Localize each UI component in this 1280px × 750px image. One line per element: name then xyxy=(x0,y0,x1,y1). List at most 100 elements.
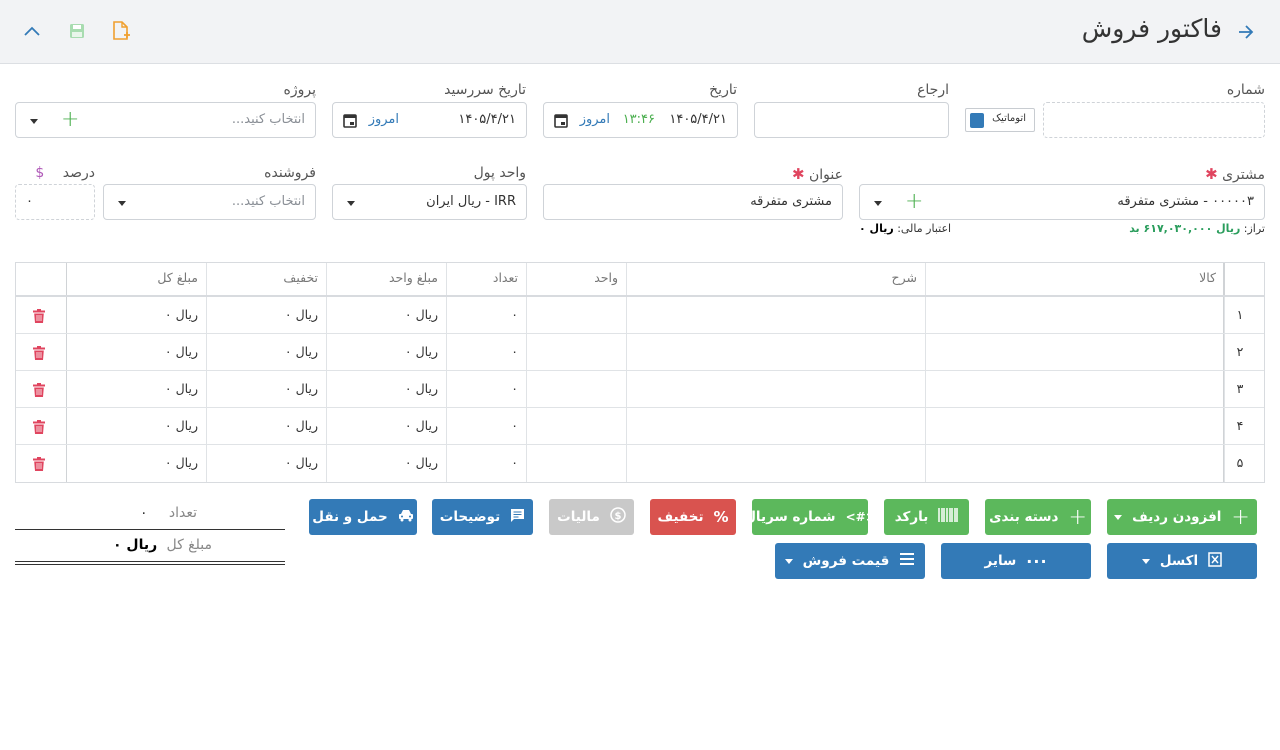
cell-item[interactable] xyxy=(925,371,1224,407)
trash-icon[interactable] xyxy=(33,419,45,434)
cell-discount[interactable]: ریال ۰ xyxy=(206,334,326,370)
seller-select[interactable]: انتخاب کنید... xyxy=(103,184,316,220)
col-qty: تعداد xyxy=(446,263,526,296)
currency-select[interactable]: IRR - ریال ایران xyxy=(332,184,527,220)
cell-total[interactable]: ریال ۰ xyxy=(66,334,206,370)
excel-button[interactable]: اکسل xyxy=(1107,543,1257,579)
currency-label: واحد پول xyxy=(473,165,526,181)
col-unit: واحد xyxy=(526,263,626,296)
cell-item[interactable] xyxy=(925,334,1224,370)
chevron-up-icon[interactable] xyxy=(22,21,42,41)
cell-unit[interactable] xyxy=(526,297,626,333)
number-input[interactable] xyxy=(1043,102,1265,138)
cell-desc[interactable] xyxy=(626,445,925,481)
cell-total[interactable]: ریال ۰ xyxy=(66,371,206,407)
reference-label: ارجاع xyxy=(917,82,949,98)
date-field[interactable]: ۱۴۰۵/۴/۲۱ ۱۳:۴۶ امروز xyxy=(543,102,738,138)
cell-qty[interactable]: ۰ xyxy=(446,445,526,481)
cell-item[interactable] xyxy=(925,445,1224,481)
barcode-button[interactable]: بارکد xyxy=(884,499,969,535)
cell-unit[interactable] xyxy=(526,408,626,444)
serial-label: شماره سریال xyxy=(744,509,836,525)
percent-input[interactable]: ۰ xyxy=(15,184,95,220)
chevron-down-icon[interactable] xyxy=(874,201,882,206)
project-select[interactable]: انتخاب کنید... + xyxy=(15,102,316,138)
add-customer-icon[interactable]: + xyxy=(905,191,923,213)
plus-icon: + xyxy=(1068,504,1087,530)
other-button[interactable]: ··· سایر xyxy=(941,543,1091,579)
cell-unit[interactable] xyxy=(526,334,626,370)
summary-divider xyxy=(15,561,285,562)
cell-qty[interactable]: ۰ xyxy=(446,371,526,407)
col-item: کالا xyxy=(925,263,1224,296)
chevron-down-icon[interactable] xyxy=(1114,514,1123,520)
cell-discount[interactable]: ریال ۰ xyxy=(206,408,326,444)
due-date-field[interactable]: ۱۴۰۵/۴/۲۱ امروز xyxy=(332,102,527,138)
dollar-icon: $ xyxy=(35,165,45,181)
auto-label: اتوماتیک xyxy=(992,113,1026,124)
cell-unit[interactable] xyxy=(526,371,626,407)
serial-button[interactable]: <#> شماره سریال xyxy=(744,499,876,535)
cell-unit-price[interactable]: ریال ۰ xyxy=(326,408,446,444)
cell-total[interactable]: ریال ۰ xyxy=(66,408,206,444)
trash-icon[interactable] xyxy=(33,456,45,471)
cell-desc[interactable] xyxy=(626,408,925,444)
excel-label: اکسل xyxy=(1159,553,1199,569)
date-today-link[interactable]: امروز xyxy=(580,112,610,127)
calendar-icon[interactable] xyxy=(343,113,357,132)
add-document-icon[interactable] xyxy=(110,20,132,42)
add-project-icon[interactable]: + xyxy=(61,109,79,131)
required-icon: ✱ xyxy=(791,165,805,183)
chevron-down-icon[interactable] xyxy=(30,119,38,124)
cell-unit-price[interactable]: ریال ۰ xyxy=(326,371,446,407)
notes-button[interactable]: توضیحات xyxy=(432,499,533,535)
tax-button[interactable]: $ مالیات xyxy=(549,499,634,535)
cell-qty[interactable]: ۰ xyxy=(446,334,526,370)
cell-item[interactable] xyxy=(925,408,1224,444)
reference-input[interactable] xyxy=(754,102,949,138)
customer-balance: تراز: ریال ۶۱۷,۰۳۰,۰۰۰ بد xyxy=(1129,222,1265,235)
hash-tag-icon: <#> xyxy=(845,510,876,524)
cell-discount[interactable]: ریال ۰ xyxy=(206,371,326,407)
add-row-label: افزودن ردیف xyxy=(1132,509,1222,525)
cell-unit-price[interactable]: ریال ۰ xyxy=(326,445,446,481)
header-bar: فاکتور فروش xyxy=(0,0,1280,64)
svg-text:$: $ xyxy=(614,511,621,522)
cell-desc[interactable] xyxy=(626,297,925,333)
cell-total[interactable]: ریال ۰ xyxy=(66,445,206,481)
cell-desc[interactable] xyxy=(626,371,925,407)
col-unit-price: مبلغ واحد xyxy=(326,263,446,296)
customer-credit: اعتبار مالی: ریال ۰ xyxy=(859,222,952,235)
category-button[interactable]: + دسته بندی xyxy=(985,499,1091,535)
calendar-icon[interactable] xyxy=(554,113,568,132)
sale-price-button[interactable]: قیمت فروش xyxy=(775,543,925,579)
due-date-today-link[interactable]: امروز xyxy=(369,112,399,127)
chevron-down-icon[interactable] xyxy=(1141,558,1150,564)
cell-unit-price[interactable]: ریال ۰ xyxy=(326,297,446,333)
cell-discount[interactable]: ریال ۰ xyxy=(206,445,326,481)
trash-icon[interactable] xyxy=(33,345,45,360)
chevron-down-icon[interactable] xyxy=(784,558,793,564)
title-input[interactable]: مشتری متفرقه xyxy=(543,184,843,220)
cell-unit-price[interactable]: ریال ۰ xyxy=(326,334,446,370)
customer-select[interactable]: ۰۰۰۰۰۳ - مشتری متفرقه + xyxy=(859,184,1265,220)
discount-button[interactable]: % تخفیف xyxy=(650,499,736,535)
cell-item[interactable] xyxy=(925,297,1224,333)
cell-desc[interactable] xyxy=(626,334,925,370)
shipping-button[interactable]: حمل و نقل xyxy=(309,499,417,535)
summary-total-label: مبلغ کل xyxy=(166,537,212,553)
save-icon[interactable] xyxy=(67,21,87,41)
trash-icon[interactable] xyxy=(33,382,45,397)
trash-icon[interactable] xyxy=(33,308,45,323)
car-icon xyxy=(398,508,414,526)
cell-qty[interactable]: ۰ xyxy=(446,297,526,333)
cell-qty[interactable]: ۰ xyxy=(446,408,526,444)
cell-total[interactable]: ریال ۰ xyxy=(66,297,206,333)
add-row-button[interactable]: + افزودن ردیف xyxy=(1107,499,1257,535)
arrow-right-icon[interactable] xyxy=(1236,22,1256,42)
chevron-down-icon[interactable] xyxy=(347,201,355,206)
chevron-down-icon[interactable] xyxy=(118,201,126,206)
cell-discount[interactable]: ریال ۰ xyxy=(206,297,326,333)
auto-checkbox[interactable]: اتوماتیک xyxy=(965,108,1035,132)
cell-unit[interactable] xyxy=(526,445,626,481)
